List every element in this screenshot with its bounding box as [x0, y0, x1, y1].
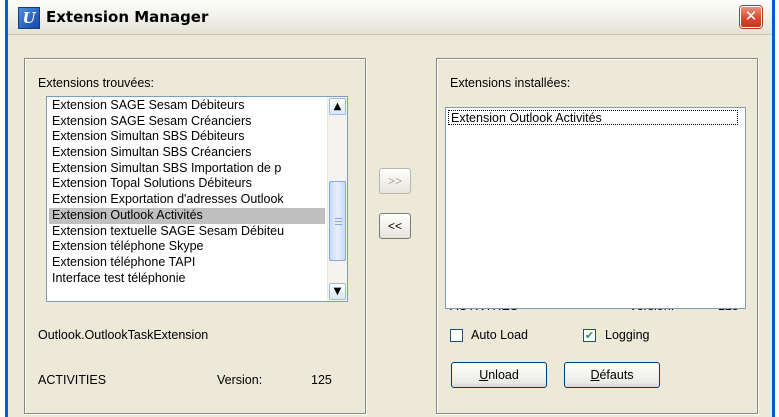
scroll-up-button[interactable]: ▲ — [329, 98, 346, 115]
found-extension-item[interactable]: Extension textuelle SAGE Sesam Débiteu — [49, 224, 325, 240]
add-extension-button[interactable]: >> — [379, 168, 411, 194]
installed-extensions-list[interactable]: Extension Outlook Activités — [445, 107, 746, 309]
auto-load-checkbox[interactable] — [450, 329, 463, 342]
found-extensions-panel: Extensions trouvées: Extension SAGE Sesa… — [24, 58, 366, 414]
close-button[interactable]: ✕ — [740, 6, 762, 28]
logging-checkbox[interactable]: ✔ — [583, 329, 596, 342]
app-logo-icon: U — [18, 7, 40, 29]
scroll-down-button[interactable]: ▼ — [329, 283, 346, 300]
version-label: Version: — [217, 373, 263, 387]
unload-mnemonic: U — [479, 368, 489, 382]
defaults-button[interactable]: Défauts — [564, 362, 660, 388]
found-extension-item[interactable]: Extension Simultan SBS Créanciers — [49, 145, 325, 161]
found-extension-item[interactable]: Extension téléphone TAPI — [49, 255, 325, 271]
found-extension-item[interactable]: Extension SAGE Sesam Créanciers — [49, 114, 325, 130]
extension-manager-window: U Extension Manager ✕ Extensions trouvée… — [5, 0, 775, 417]
grip-icon — [335, 218, 342, 219]
found-extensions-list[interactable]: Extension SAGE Sesam Débiteurs Extension … — [46, 96, 348, 302]
unload-label: nload — [488, 368, 519, 382]
auto-load-label: Auto Load — [471, 328, 528, 342]
found-extension-item[interactable]: Extension Simultan SBS Importation de p — [49, 161, 325, 177]
title-bar[interactable]: U Extension Manager ✕ — [8, 0, 772, 35]
extension-class-name: Outlook.OutlookTaskExtension — [38, 328, 209, 342]
found-extensions-items: Extension SAGE Sesam Débiteurs Extension … — [49, 98, 325, 286]
found-extensions-label: Extensions trouvées: — [38, 76, 155, 90]
window-title: Extension Manager — [46, 8, 209, 26]
logging-label: Logging — [605, 328, 650, 342]
dialog-body: Extensions trouvées: Extension SAGE Sesa… — [8, 35, 772, 417]
scroll-thumb[interactable] — [329, 181, 346, 261]
found-extension-item[interactable]: Extension téléphone Skype — [49, 239, 325, 255]
installed-extension-item[interactable]: Extension Outlook Activités — [448, 110, 738, 125]
version-value: 125 — [311, 373, 332, 387]
extension-category: ACTIVITIES — [38, 373, 107, 387]
vertical-scrollbar[interactable]: ▲ ▼ — [327, 97, 347, 301]
defaults-label: éfauts — [599, 368, 634, 382]
found-extension-item[interactable]: Extension Outlook Activités — [49, 207, 325, 224]
found-extension-item[interactable]: Extension Simultan SBS Débiteurs — [49, 129, 325, 145]
found-extension-item[interactable]: Interface test téléphonie — [49, 271, 325, 287]
found-extension-item[interactable]: Extension SAGE Sesam Débiteurs — [49, 98, 325, 114]
found-extension-item[interactable]: Extension Topal Solutions Débiteurs — [49, 176, 325, 192]
remove-extension-button[interactable]: << — [379, 213, 411, 239]
found-extension-item[interactable]: Extension Exportation d'adresses Outlook — [49, 192, 325, 208]
installed-extensions-label: Extensions installées: — [450, 76, 571, 90]
unload-button[interactable]: Unload — [451, 362, 547, 388]
